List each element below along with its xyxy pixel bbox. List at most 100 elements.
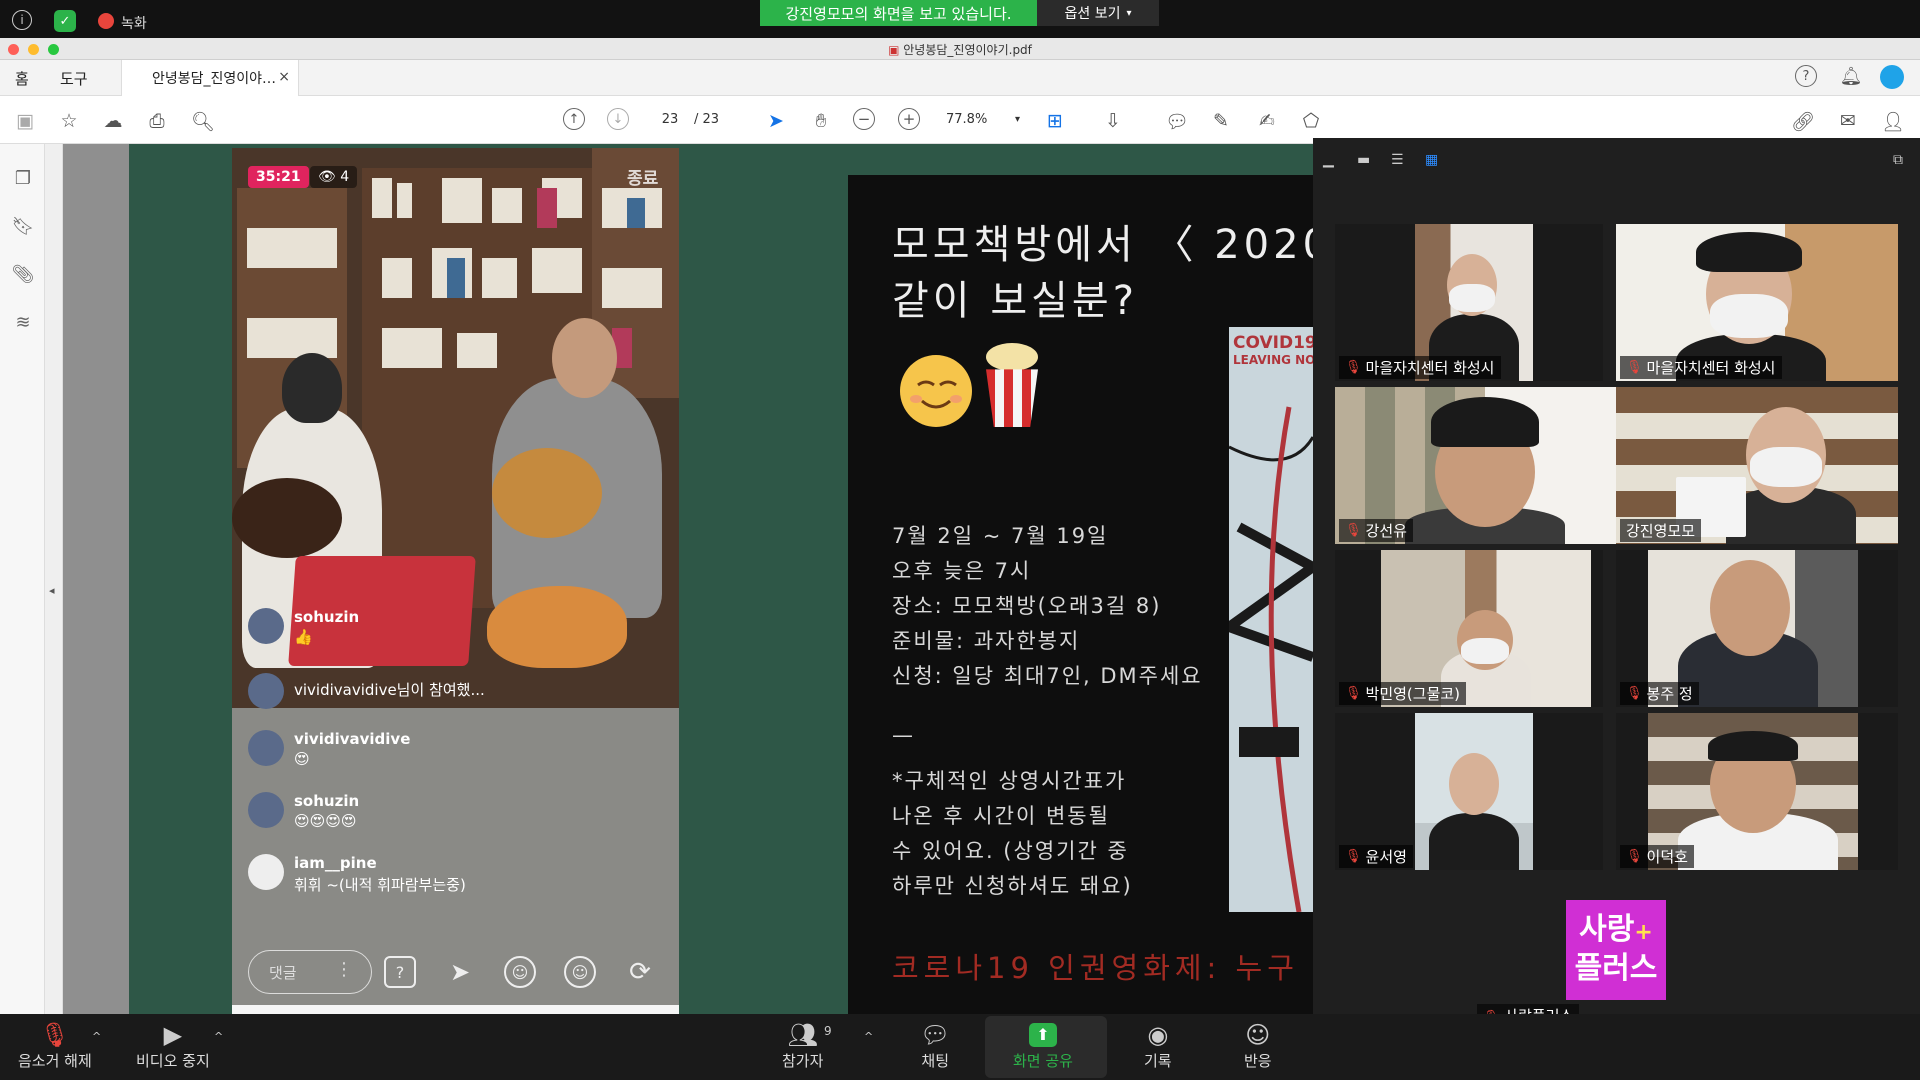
shield-icon[interactable]: ✓ (54, 10, 76, 32)
participant-name: 마을자치센터 화성시 (1646, 359, 1776, 377)
account-avatar[interactable] (1880, 65, 1904, 89)
document-tab[interactable]: 안녕봉담_진영이야… × (121, 60, 299, 96)
end-live-button[interactable]: 종료 (627, 164, 658, 189)
participant-tile[interactable]: 🎙︎ 박민영(그물코) (1335, 550, 1603, 707)
hand-icon[interactable]: ✋︎ (808, 108, 834, 134)
reactions-button[interactable]: ☺ 반응 (1244, 1020, 1272, 1071)
question-icon[interactable]: ? (384, 956, 416, 988)
avatar (248, 730, 284, 766)
menu-tools[interactable]: 도구 (60, 68, 88, 89)
zoom-out-icon[interactable]: − (853, 108, 875, 130)
guitar-right (492, 448, 602, 538)
participant-tile[interactable]: 🎙︎ 마을자치센터 화성시 (1616, 224, 1898, 381)
slide-title: 모모책방에서 〈 2020 같이 보실분? (892, 217, 1332, 329)
exit-fullscreen-icon[interactable]: ⧉ (1893, 152, 1903, 168)
participant-tile[interactable]: 🎙︎ 윤서영 (1335, 713, 1603, 870)
zoom-level-select[interactable]: 77.8% ▾ (946, 108, 1020, 132)
unmute-button[interactable]: 🎙︎ 음소거 해제 (18, 1020, 92, 1071)
fit-page-icon[interactable]: ⊞ (1042, 108, 1068, 134)
participant-tile-active-speaker[interactable]: 강진영모모 (1616, 387, 1898, 544)
window-title: ▣ 안녕봉담_진영이야기.pdf (0, 41, 1920, 58)
previous-page-icon[interactable]: ↑ (563, 108, 585, 130)
comment-icon[interactable]: 💬︎ (1164, 108, 1190, 134)
participant-tile[interactable]: 🎙︎ 강선유 (1335, 387, 1617, 544)
cat (487, 586, 627, 668)
more-options-icon[interactable]: ⋮ (335, 959, 353, 980)
view-options-button[interactable]: 옵션 보기 ▾ (1037, 0, 1159, 26)
pages-icon[interactable]: ❐ (11, 166, 35, 190)
email-icon[interactable]: ✉ (1835, 108, 1861, 134)
video-options-caret[interactable]: ^ (214, 1030, 223, 1043)
bookmark-icon[interactable]: 🔖︎ (11, 214, 35, 238)
layers-icon[interactable]: ≋ (11, 310, 35, 334)
strip-view-icon[interactable]: ☰ (1391, 152, 1404, 168)
next-page-icon[interactable]: ↓ (607, 108, 629, 130)
muted-mic-icon: 🎙︎ (1345, 523, 1362, 538)
comment-user: sohuzin (294, 792, 360, 810)
muted-mic-icon: 🎙︎ (1345, 849, 1362, 864)
upload-cloud-icon[interactable]: ☁ (100, 108, 126, 134)
nav-collapse-strip[interactable]: ◂ (45, 144, 63, 1014)
bell-icon[interactable]: 🔔︎ (1838, 63, 1864, 89)
poster-subtitle: LEAVING NO (1233, 353, 1313, 367)
comment-input[interactable]: 댓글 ⋮ (248, 950, 372, 994)
participants-icon: 👥︎ (787, 1021, 818, 1049)
chat-bubble-icon: 💬︎ (920, 1021, 951, 1049)
speaker-view-icon[interactable]: ▬ (1357, 152, 1370, 168)
record-button[interactable]: ◉ 기록 (1144, 1020, 1172, 1071)
participant-tile[interactable]: 🎙︎ 마을자치센터 화성시 (1335, 224, 1603, 381)
scroll-mode-icon[interactable]: ⇩ (1100, 108, 1126, 134)
star-icon[interactable]: ☆ (56, 108, 82, 134)
print-icon[interactable]: ⎙ (144, 108, 170, 134)
zoom-in-icon[interactable]: + (898, 108, 920, 130)
acrobat-tab-bar: 홈 도구 안녕봉담_진영이야… × ? 🔔︎ (0, 60, 1920, 96)
chevron-left-icon[interactable]: ◂ (49, 584, 55, 597)
highlight-pen-icon[interactable]: ✎ (1208, 108, 1234, 134)
comment-item: sohuzin 😍😍😍😍 (248, 792, 359, 830)
participant-name: 강진영모모 (1626, 522, 1696, 540)
guitarist-right-head (552, 318, 617, 398)
comment-item: vividivavidive님이 참여했... (248, 673, 485, 709)
menu-home[interactable]: 홈 (15, 68, 29, 89)
page-number-input[interactable]: 23 (650, 108, 690, 132)
add-user-icon[interactable]: 👤︎ (1880, 108, 1906, 134)
poster-title: COVID19 (1233, 333, 1313, 353)
participant-tile[interactable]: 🎙︎ 이덕호 (1616, 713, 1898, 870)
slide-title-line2: 같이 보실분? (892, 278, 1138, 324)
zoom-level-value: 77.8% (946, 112, 988, 127)
draw-icon[interactable]: ✍︎ (1254, 108, 1280, 134)
info-icon[interactable]: i (12, 10, 32, 30)
chevron-down-icon: ▾ (1014, 114, 1020, 125)
guitarist-left-head (282, 353, 342, 423)
participants-options-caret[interactable]: ^ (864, 1030, 873, 1043)
share-link-icon[interactable]: 🔗︎ (1790, 108, 1816, 134)
zoom-search-icon[interactable]: 🔍︎ (190, 108, 216, 134)
help-icon[interactable]: ? (1795, 65, 1817, 87)
attachment-icon[interactable]: 📎︎ (11, 262, 35, 286)
close-tab-icon[interactable]: × (278, 69, 290, 85)
gallery-view-icon[interactable]: ▦ (1425, 152, 1438, 168)
audio-options-caret[interactable]: ^ (92, 1030, 101, 1043)
view-options-label: 옵션 보기 (1064, 6, 1121, 22)
flip-camera-icon[interactable]: ⟳ (624, 956, 656, 988)
participant-mask (1461, 638, 1509, 664)
stamp-icon[interactable]: ⬠ (1298, 108, 1324, 134)
chat-button[interactable]: 💬︎ 채팅 (920, 1020, 950, 1071)
stop-video-button[interactable]: ▶︎ 비디오 중지 (136, 1020, 210, 1071)
participant-name: 윤서영 (1365, 848, 1407, 866)
select-cursor-icon[interactable]: ➤ (763, 108, 789, 134)
comment-text: 휘휘 ~(내적 휘파람부는중) (294, 876, 466, 894)
slide-line: 오후 늦은 7시 (892, 559, 1032, 583)
window-title-text: 안녕봉담_진영이야기.pdf (903, 43, 1032, 57)
effects-icon[interactable]: ☺ (564, 956, 596, 988)
participants-button[interactable]: 👥︎ 참가자 (782, 1020, 823, 1071)
participant-tile[interactable]: 🎙︎ 봉주 정 (1616, 550, 1898, 707)
instagram-live-screenshot: 35:21 👁 4 종료 sohuzin 👍 vividivavidive님이 … (232, 148, 679, 1008)
save-icon[interactable]: ▣ (12, 108, 38, 134)
share-screen-button[interactable]: ⬆ 화면 공유 (985, 1016, 1107, 1078)
slide-line: 준비물: 과자한봉지 (892, 629, 1081, 653)
minimize-icon[interactable]: ▁ (1323, 152, 1334, 168)
send-icon[interactable]: ➤ (444, 956, 476, 988)
recording-label[interactable]: 녹화 (121, 13, 147, 33)
guests-icon[interactable]: ☺ (504, 956, 536, 988)
